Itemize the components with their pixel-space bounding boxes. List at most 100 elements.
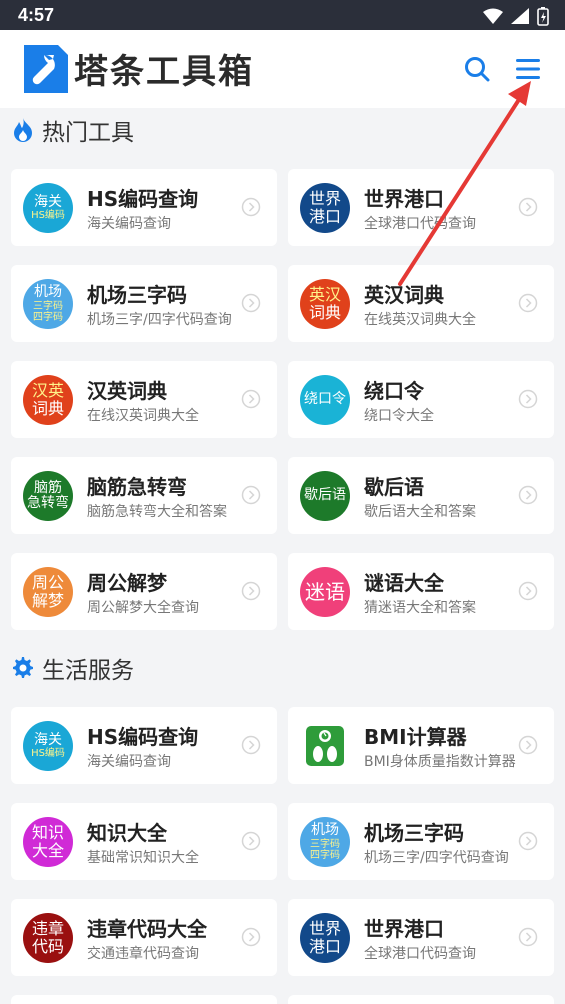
chevron-right-icon — [518, 197, 538, 217]
tool-title: 汉英词典 — [87, 379, 167, 403]
flame-icon — [14, 118, 32, 142]
tool-badge: 知识 大全 — [23, 817, 73, 867]
tool-badge: 世界 港口 — [300, 183, 350, 233]
tool-subtitle: 机场三字/四字代码查询 — [364, 850, 509, 866]
search-icon — [465, 57, 490, 82]
tool-card-airport-code[interactable]: 机场 三字码 四字码 机场三字码 机场三字/四字代码查询 — [11, 265, 277, 342]
tool-card-knowledge[interactable]: 知识 大全 知识大全 基础常识知识大全 — [11, 803, 277, 880]
signal-icon — [511, 8, 529, 24]
tool-title: 周公解梦 — [87, 571, 167, 595]
battery-icon — [537, 7, 549, 26]
tool-subtitle: 在线汉英词典大全 — [87, 408, 199, 424]
tool-subtitle: 全球港口代码查询 — [364, 216, 476, 232]
chevron-right-icon — [241, 389, 261, 409]
tool-card-partial[interactable] — [288, 995, 554, 1004]
tool-card-hs-code-life[interactable]: 海关 HS编码 HS编码查询 海关编码查询 — [11, 707, 277, 784]
chevron-right-icon — [518, 389, 538, 409]
wifi-icon — [483, 8, 503, 24]
tool-badge: 脑筋 急转弯 — [23, 471, 73, 521]
tool-title: HS编码查询 — [87, 187, 199, 211]
tool-badge: 海关 HS编码 — [23, 721, 73, 771]
tool-title: 机场三字码 — [87, 283, 187, 307]
tool-badge: 海关 HS编码 — [23, 183, 73, 233]
tool-badge: 迷语 — [300, 567, 350, 617]
tool-subtitle: 海关编码查询 — [87, 216, 171, 232]
status-time: 4:57 — [18, 5, 55, 25]
app-header: 塔条工具箱 — [0, 30, 565, 108]
tool-card-cn-en-dict[interactable]: 汉英 词典 汉英词典 在线汉英词典大全 — [11, 361, 277, 438]
tool-title: 知识大全 — [87, 821, 167, 845]
tool-title: 谜语大全 — [364, 571, 444, 595]
tool-badge: 违章 代码 — [23, 913, 73, 963]
tool-title: BMI计算器 — [364, 725, 467, 749]
tool-badge: 周公 解梦 — [23, 567, 73, 617]
wrench-logo-icon — [24, 44, 68, 93]
scale-icon — [306, 726, 344, 766]
chevron-right-icon — [241, 485, 261, 505]
section-title: 热门工具 — [42, 120, 134, 146]
tool-card-bmi[interactable]: BMI计算器 BMI身体质量指数计算器 — [288, 707, 554, 784]
tool-title: HS编码查询 — [87, 725, 199, 749]
chevron-right-icon — [241, 927, 261, 947]
search-button[interactable] — [460, 52, 494, 86]
tool-card-world-ports[interactable]: 世界 港口 世界港口 全球港口代码查询 — [288, 169, 554, 246]
tool-subtitle: 绕口令大全 — [364, 408, 434, 424]
tool-title: 绕口令 — [364, 379, 424, 403]
chevron-right-icon — [518, 735, 538, 755]
tool-card-dream-interpretation[interactable]: 周公 解梦 周公解梦 周公解梦大全查询 — [11, 553, 277, 630]
section-hot-tools: 热门工具 — [12, 112, 134, 148]
tool-badge: 绕口令 — [300, 375, 350, 425]
status-bar: 4:57 — [0, 0, 565, 30]
tool-title: 脑筋急转弯 — [87, 475, 187, 499]
tool-badge: 汉英 词典 — [23, 375, 73, 425]
tool-card-partial[interactable] — [11, 995, 277, 1004]
tool-title: 机场三字码 — [364, 821, 464, 845]
tool-subtitle: 歇后语大全和答案 — [364, 504, 476, 520]
chevron-right-icon — [241, 581, 261, 601]
tool-badge: 歇后语 — [300, 471, 350, 521]
chevron-right-icon — [518, 927, 538, 947]
chevron-right-icon — [518, 485, 538, 505]
tool-title: 世界港口 — [364, 917, 444, 941]
tool-subtitle: 脑筋急转弯大全和答案 — [87, 504, 227, 520]
tool-badge: 机场 三字码 四字码 — [300, 817, 350, 867]
tool-card-xiehouyu[interactable]: 歇后语 歇后语 歇后语大全和答案 — [288, 457, 554, 534]
chevron-right-icon — [241, 735, 261, 755]
app-name: 塔条工具箱 — [74, 53, 254, 91]
tool-card-tongue-twister[interactable]: 绕口令 绕口令 绕口令大全 — [288, 361, 554, 438]
menu-icon — [516, 59, 540, 79]
chevron-right-icon — [241, 293, 261, 313]
tool-badge — [300, 721, 350, 771]
menu-button[interactable] — [511, 52, 545, 86]
chevron-right-icon — [518, 831, 538, 851]
tool-title: 英汉词典 — [364, 283, 444, 307]
tool-title: 歇后语 — [364, 475, 424, 499]
tool-subtitle: 猜迷语大全和答案 — [364, 600, 476, 616]
chevron-right-icon — [241, 831, 261, 851]
tool-card-riddles[interactable]: 迷语 谜语大全 猜迷语大全和答案 — [288, 553, 554, 630]
chevron-right-icon — [518, 293, 538, 313]
tool-badge: 世界 港口 — [300, 913, 350, 963]
tool-subtitle: 全球港口代码查询 — [364, 946, 476, 962]
tool-subtitle: 交通违章代码查询 — [87, 946, 199, 962]
tool-subtitle: 周公解梦大全查询 — [87, 600, 199, 616]
tool-subtitle: BMI身体质量指数计算器 — [364, 754, 516, 770]
tool-subtitle: 基础常识知识大全 — [87, 850, 199, 866]
tool-subtitle: 海关编码查询 — [87, 754, 171, 770]
tool-card-hs-code[interactable]: 海关 HS编码 HS编码查询 海关编码查询 — [11, 169, 277, 246]
tool-badge: 机场 三字码 四字码 — [23, 279, 73, 329]
tool-card-en-cn-dict[interactable]: 英汉 词典 英汉词典 在线英汉词典大全 — [288, 265, 554, 342]
tool-title: 世界港口 — [364, 187, 444, 211]
chevron-right-icon — [518, 581, 538, 601]
tool-card-airport-code-life[interactable]: 机场 三字码 四字码 机场三字码 机场三字/四字代码查询 — [288, 803, 554, 880]
chevron-right-icon — [241, 197, 261, 217]
tool-subtitle: 在线英汉词典大全 — [364, 312, 476, 328]
tool-subtitle: 机场三字/四字代码查询 — [87, 312, 232, 328]
tool-card-violation-code[interactable]: 违章 代码 违章代码大全 交通违章代码查询 — [11, 899, 277, 976]
tool-title: 违章代码大全 — [87, 917, 207, 941]
tool-card-brain-teaser[interactable]: 脑筋 急转弯 脑筋急转弯 脑筋急转弯大全和答案 — [11, 457, 277, 534]
gear-icon — [13, 657, 33, 678]
status-icons — [483, 6, 549, 26]
tool-card-world-ports-life[interactable]: 世界 港口 世界港口 全球港口代码查询 — [288, 899, 554, 976]
tool-badge: 英汉 词典 — [300, 279, 350, 329]
